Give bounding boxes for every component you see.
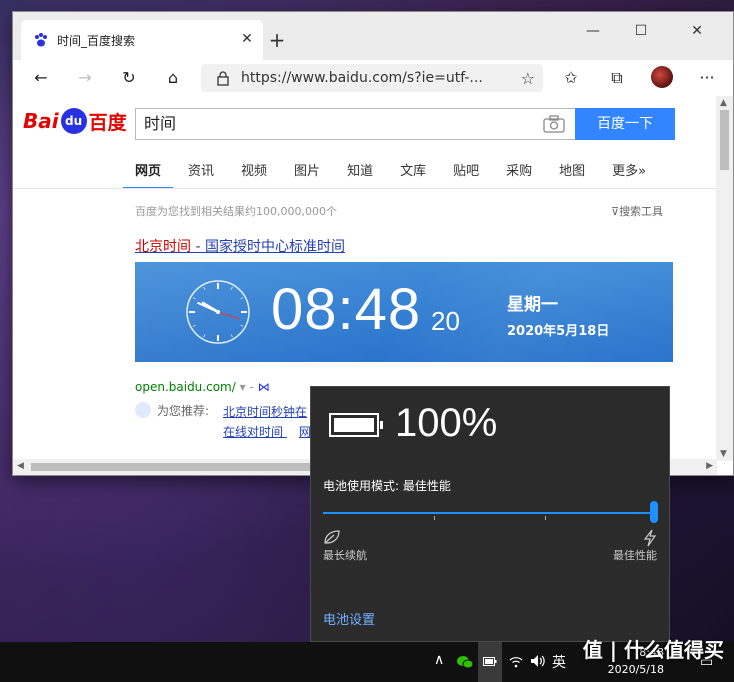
favorites-icon[interactable]: ✩ — [557, 64, 585, 92]
collections-icon[interactable]: ⧉ — [603, 64, 631, 92]
tab-purchase[interactable]: 采购 — [506, 160, 532, 189]
ime-indicator[interactable]: 英 — [552, 652, 566, 672]
scroll-thumb[interactable] — [720, 110, 729, 170]
dash-separator: - — [249, 380, 254, 394]
maximize-button[interactable]: ☐ — [617, 12, 665, 50]
search-input[interactable]: 时间 — [135, 108, 575, 140]
wechat-icon[interactable] — [456, 654, 474, 670]
forward-button[interactable]: → — [71, 64, 99, 92]
scroll-right-icon[interactable]: ▶ — [706, 461, 713, 471]
power-slider-thumb[interactable] — [650, 501, 658, 523]
more-menu-button[interactable]: ··· — [693, 64, 721, 92]
baidu-paw-icon — [35, 33, 47, 47]
rec-link[interactable]: 在线对时间 — [223, 425, 283, 439]
tab-zhidao[interactable]: 知道 — [347, 160, 373, 189]
recommend-row: 为您推荐: — [135, 402, 209, 419]
tab-more[interactable]: 更多» — [612, 160, 646, 189]
volume-icon[interactable] — [530, 654, 546, 668]
camera-icon[interactable] — [543, 115, 565, 133]
battery-percent: 100% — [395, 401, 498, 445]
wifi-icon[interactable] — [508, 654, 524, 668]
rec-link[interactable]: 北京时间秒钟在 — [223, 402, 311, 422]
search-tools-button[interactable]: ⊽搜索工具 — [611, 203, 663, 219]
date-text: 2020年5月18日 — [507, 324, 610, 339]
new-tab-button[interactable]: + — [265, 28, 289, 52]
result-source-url[interactable]: open.baidu.com/ ▾ - ⋈ — [135, 380, 270, 394]
tab-video[interactable]: 视频 — [241, 160, 267, 189]
address-bar[interactable]: https://www.baidu.com/s?ie=utf-... ☆ — [201, 64, 543, 92]
profile-avatar[interactable] — [651, 66, 673, 88]
baidu-trust-icon: ⋈ — [257, 380, 270, 394]
tab-wenku[interactable]: 文库 — [400, 160, 426, 189]
battery-settings-link[interactable]: 电池设置 — [323, 609, 375, 628]
battery-tray-icon[interactable] — [483, 657, 497, 666]
power-mode-label: 电池使用模式: 最佳性能 — [323, 479, 451, 493]
vertical-scrollbar[interactable]: ▲ ▼ — [716, 96, 733, 461]
tab-title: 时间_百度搜索 — [57, 33, 136, 48]
baidu-logo[interactable]: Bai du 百度 — [23, 104, 127, 138]
digital-time: 08:48 — [271, 277, 422, 342]
tab-tieba[interactable]: 贴吧 — [453, 160, 479, 189]
scroll-up-icon[interactable]: ▲ — [720, 98, 727, 108]
taskbar-date: 2020/5/18 — [607, 663, 664, 676]
slider-tick — [545, 516, 546, 520]
tab-baidu-search[interactable]: 时间_百度搜索 ✕ — [21, 20, 263, 60]
search-nav-tabs: 网页 资讯 视频 图片 知道 文库 贴吧 采购 地图 更多» — [123, 160, 673, 189]
add-favorite-icon[interactable]: ☆ — [521, 69, 535, 88]
time-widget: 08:48 20 星期一 2020年5月18日 — [135, 262, 673, 362]
recommend-label: 为您推荐: — [157, 404, 210, 418]
refresh-button[interactable]: ↻ — [115, 64, 143, 92]
battery-icon — [329, 413, 383, 437]
search-button[interactable]: 百度一下 — [575, 108, 675, 140]
power-slider-fill — [323, 512, 653, 514]
best-battery-label: 最长续航 — [323, 549, 367, 562]
back-button[interactable]: ← — [27, 64, 55, 92]
tab-news[interactable]: 资讯 — [188, 160, 214, 189]
dropdown-arrow-icon[interactable]: ▾ — [240, 380, 246, 394]
slider-tick — [434, 516, 435, 520]
hscroll-thumb[interactable] — [31, 463, 313, 471]
tab-map[interactable]: 地图 — [559, 160, 585, 189]
url-text: https://www.baidu.com/s?ie=utf-... — [241, 70, 483, 86]
smzdm-watermark: 值 | 什么值得买 — [582, 638, 724, 662]
lightning-icon — [643, 529, 657, 547]
browser-toolbar: ← → ↻ ⌂ https://www.baidu.com/s?ie=utf-.… — [13, 60, 733, 96]
tab-bar: 时间_百度搜索 ✕ + — ☐ ✕ — [13, 12, 733, 60]
result-title-link[interactable]: 北京时间 - 国家授时中心标准时间 — [135, 236, 345, 256]
tab-close-icon[interactable]: ✕ — [239, 31, 255, 47]
close-window-button[interactable]: ✕ — [673, 12, 721, 50]
leaf-icon — [324, 530, 340, 544]
home-button[interactable]: ⌂ — [159, 64, 187, 92]
best-performance-label: 最佳性能 — [613, 549, 657, 562]
show-hidden-icons-button[interactable]: ∧ — [434, 652, 444, 668]
recommend-links: 北京时间秒钟在 在线对时间 网 — [223, 402, 311, 442]
lock-icon — [217, 71, 229, 86]
paw-icon — [135, 402, 151, 418]
scroll-left-icon[interactable]: ◀ — [17, 461, 24, 471]
scroll-down-icon[interactable]: ▼ — [720, 449, 727, 459]
weekday-text: 星期一 — [507, 295, 558, 315]
battery-fill — [334, 418, 374, 432]
battery-flyout: 100% 电池使用模式: 最佳性能 最长续航 最佳性能 电池设置 — [310, 386, 670, 642]
analog-clock-icon — [186, 280, 250, 344]
result-count: 百度为您找到相关结果约100,000,000个 — [135, 205, 337, 218]
minimize-button[interactable]: — — [569, 12, 617, 50]
filter-icon: ⊽ — [611, 205, 620, 218]
tab-images[interactable]: 图片 — [294, 160, 320, 189]
digital-seconds: 20 — [431, 306, 460, 336]
tab-web[interactable]: 网页 — [123, 160, 174, 189]
nav-divider — [13, 188, 717, 189]
